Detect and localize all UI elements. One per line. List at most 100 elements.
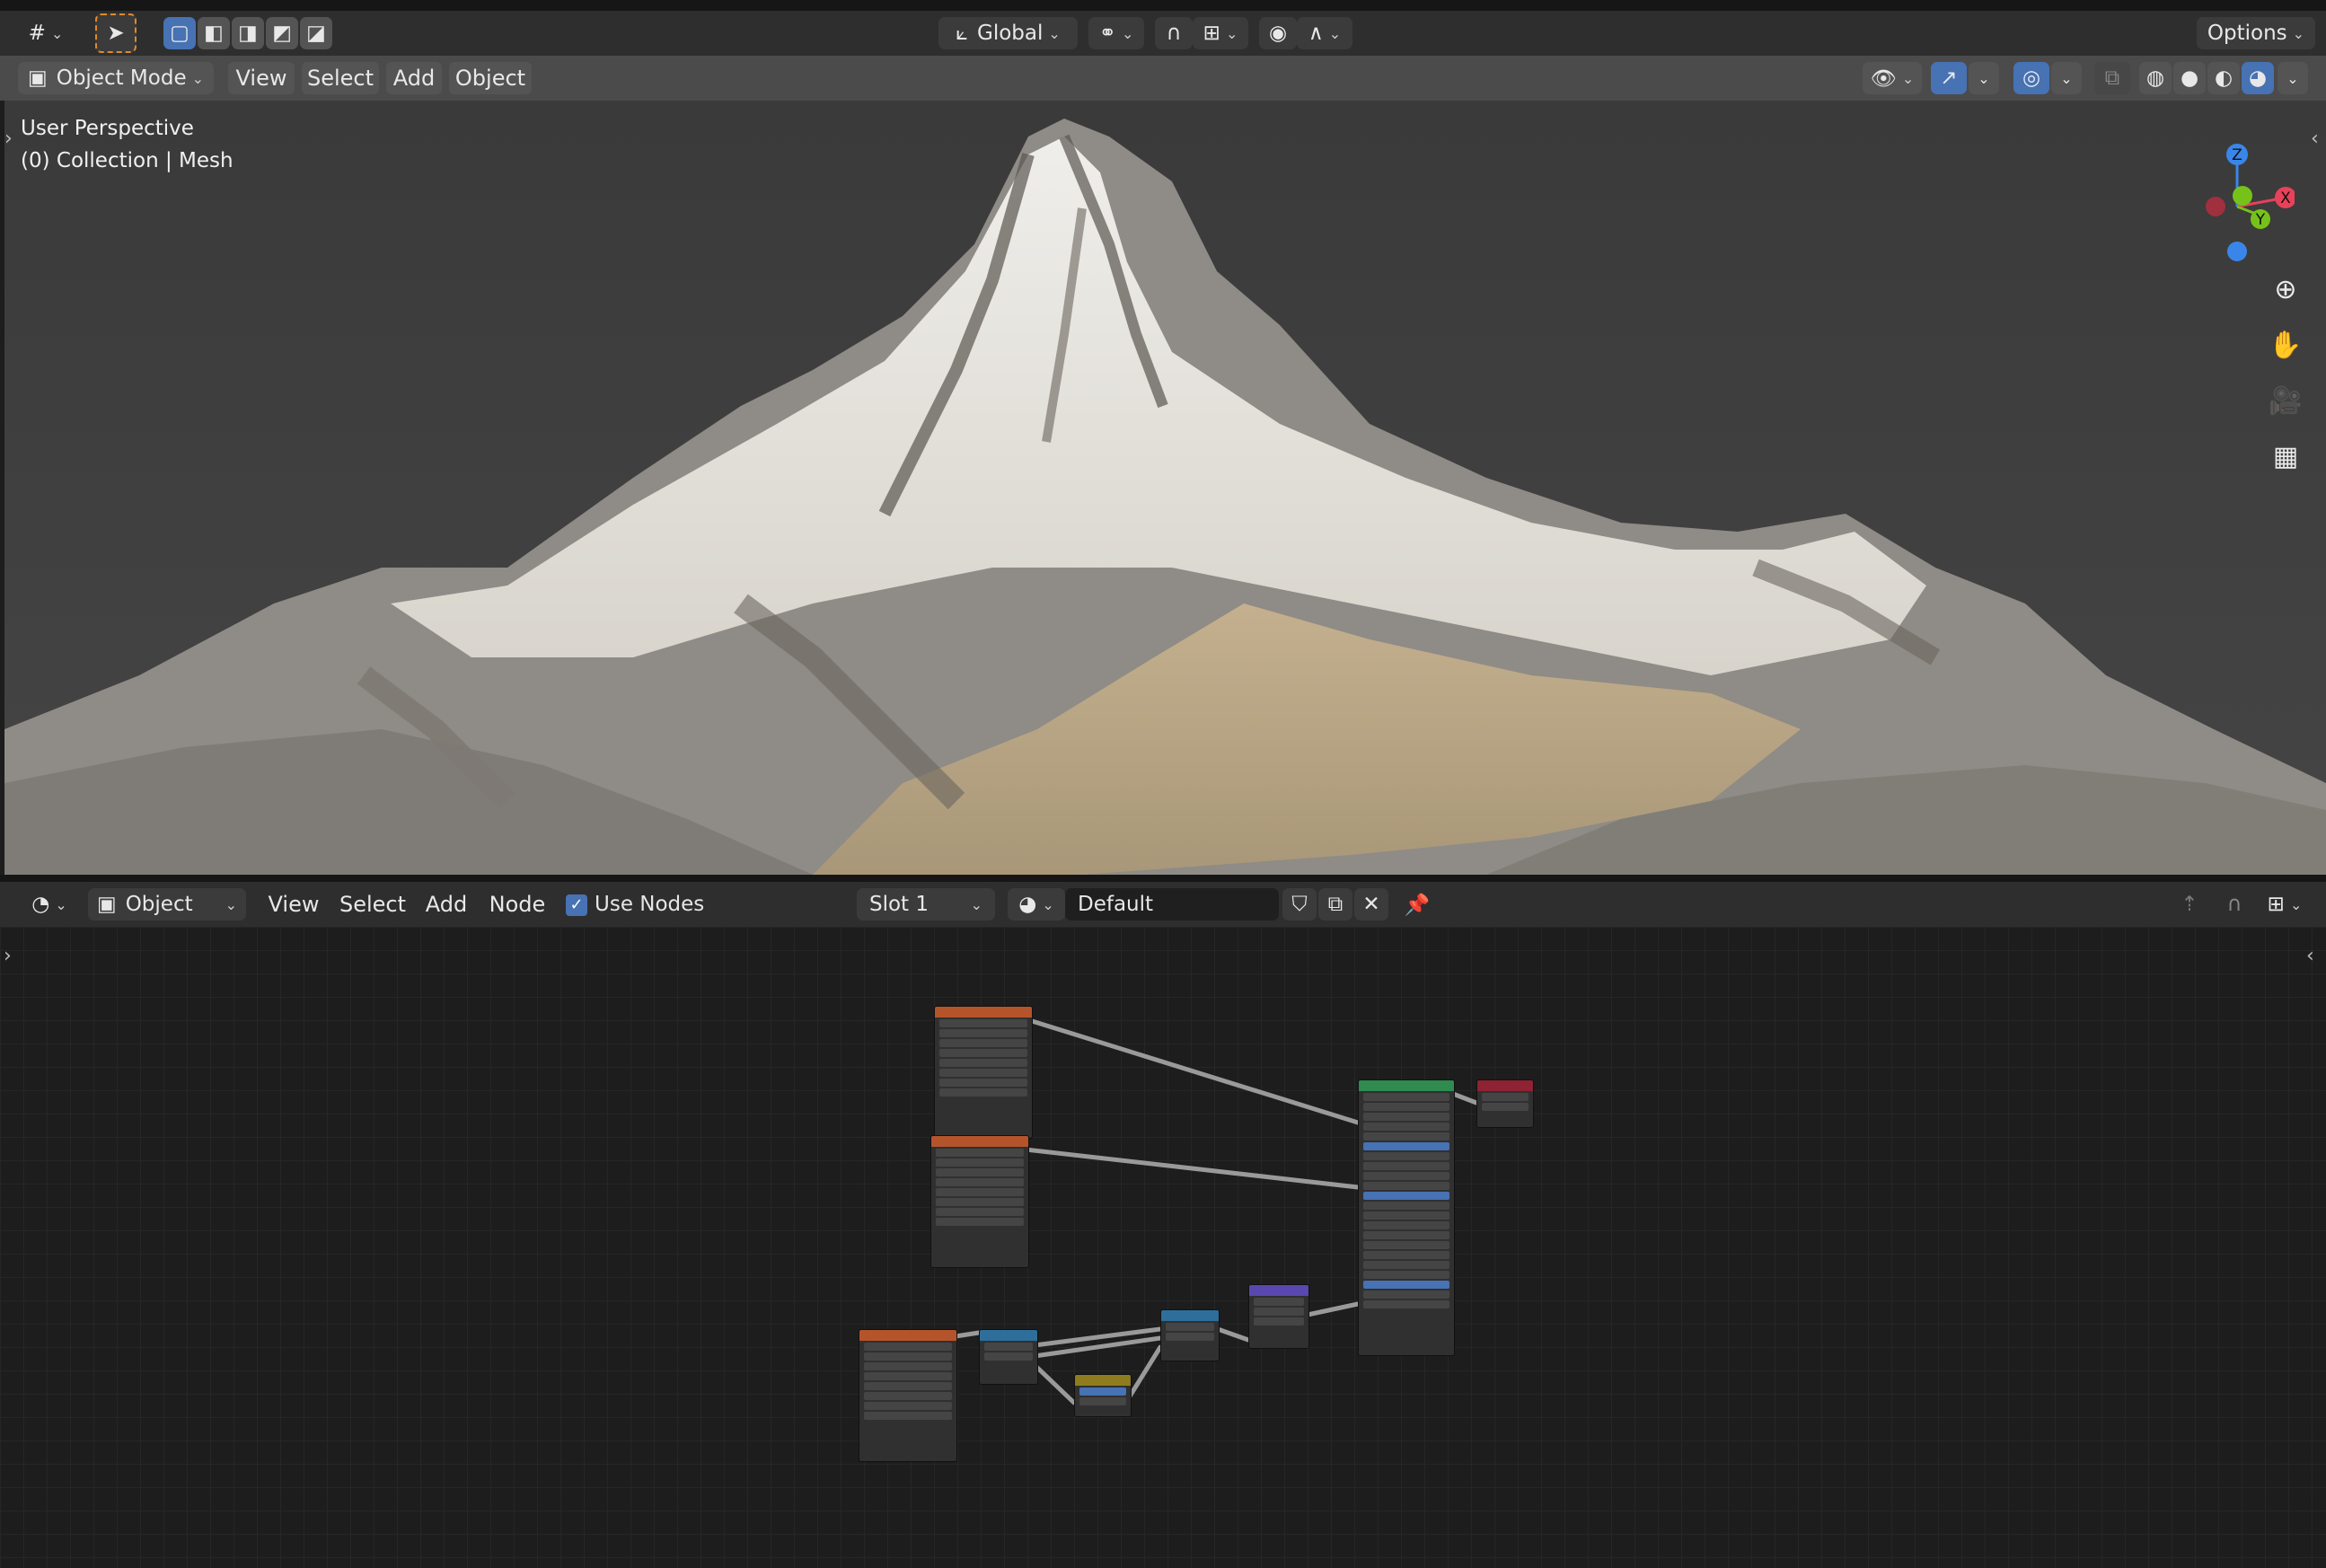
toolbar-expand-arrow-icon[interactable]: › [4, 128, 13, 150]
image-texture-node-roughness[interactable] [930, 1135, 1029, 1268]
material-slot-dropdown[interactable]: Slot 1 ⌄ [857, 888, 995, 921]
node-field[interactable] [936, 1188, 1024, 1196]
node-field[interactable] [939, 1019, 1027, 1027]
pin-button[interactable]: 📌 [1399, 888, 1435, 921]
node-field[interactable] [1254, 1308, 1304, 1316]
select-invert-button[interactable]: ◩ [266, 17, 298, 49]
node-field[interactable] [936, 1168, 1024, 1176]
snap-toggle-button[interactable]: ∩ [1155, 17, 1193, 49]
node-snap-button[interactable]: ∩ [2216, 888, 2252, 921]
node-field[interactable] [1363, 1162, 1449, 1170]
gizmo-dropdown[interactable]: ⌄ [1969, 62, 1999, 94]
visibility-dropdown[interactable]: 👁 ⌄ [1863, 62, 1922, 94]
menu-add[interactable]: Add [386, 62, 442, 94]
parent-node-tree-button[interactable]: ⇡ [2173, 888, 2206, 921]
xray-toggle-button[interactable]: ⧉ [2094, 62, 2130, 94]
node-field[interactable] [1363, 1172, 1449, 1180]
principled-bsdf-node[interactable] [1358, 1079, 1455, 1356]
node-field[interactable] [864, 1402, 952, 1410]
shading-wireframe-button[interactable]: ◍ [2139, 62, 2172, 94]
node-field[interactable] [1363, 1231, 1449, 1239]
shading-solid-button[interactable]: ● [2173, 62, 2206, 94]
select-subtract-button[interactable]: ◨ [232, 17, 264, 49]
combine-rgb-node[interactable] [1160, 1309, 1220, 1361]
overlays-toggle-button[interactable]: ◎ [2013, 62, 2049, 94]
node-field[interactable] [1363, 1103, 1449, 1111]
node-field[interactable] [1166, 1333, 1214, 1341]
use-nodes-checkbox[interactable]: ✓ [566, 894, 587, 916]
menu-object[interactable]: Object [449, 62, 532, 94]
node-field[interactable] [1482, 1103, 1529, 1111]
node-field[interactable] [1363, 1113, 1449, 1121]
camera-view-icon[interactable]: 🎥 [2262, 377, 2309, 424]
node-field[interactable] [1363, 1300, 1449, 1308]
image-texture-node-normal[interactable] [859, 1329, 957, 1462]
node-field[interactable] [1363, 1241, 1449, 1249]
select-intersect-button[interactable]: ◪ [300, 17, 332, 49]
node-field[interactable] [939, 1069, 1027, 1077]
unlink-material-button[interactable]: ✕ [1354, 888, 1388, 921]
node-field[interactable] [864, 1392, 952, 1400]
node-field[interactable] [1254, 1317, 1304, 1326]
node-field[interactable] [864, 1412, 952, 1420]
node-field[interactable] [864, 1343, 952, 1351]
node-field[interactable] [1079, 1387, 1126, 1396]
node-field[interactable] [939, 1039, 1027, 1047]
node-field[interactable] [984, 1343, 1033, 1351]
node-field[interactable] [936, 1218, 1024, 1226]
3d-viewport[interactable]: User Perspective (0) Collection | Mesh ›… [4, 101, 2326, 875]
node-field[interactable] [1363, 1251, 1449, 1259]
hand-pan-icon[interactable]: ✋ [2262, 322, 2309, 368]
shader-type-dropdown[interactable]: ▣ Object ⌄ [88, 888, 246, 921]
node-field[interactable] [864, 1352, 952, 1361]
select-box-new-button[interactable]: ▢ [163, 17, 196, 49]
browse-material-button[interactable]: ◕ ⌄ [1008, 888, 1065, 921]
node-field[interactable] [1079, 1397, 1126, 1405]
ortho-grid-icon[interactable]: ▦ [2262, 433, 2309, 480]
node-field[interactable] [864, 1372, 952, 1380]
falloff-dropdown[interactable]: ∧ ⌄ [1297, 17, 1352, 49]
node-field[interactable] [864, 1362, 952, 1370]
menu-view[interactable]: View [228, 62, 295, 94]
node-field[interactable] [1363, 1192, 1449, 1200]
node-snap-target-dropdown[interactable]: ⊞ ⌄ [2258, 888, 2312, 921]
overlays-dropdown[interactable]: ⌄ [2051, 62, 2082, 94]
select-extend-button[interactable]: ◧ [198, 17, 230, 49]
node-field[interactable] [936, 1178, 1024, 1186]
object-mode-dropdown[interactable]: ▣ Object Mode ⌄ [18, 62, 214, 94]
zoom-icon[interactable]: ⊕ [2262, 266, 2309, 313]
node-field[interactable] [939, 1088, 1027, 1097]
menu-select[interactable]: Select [302, 62, 379, 94]
node-field[interactable] [936, 1158, 1024, 1167]
fake-user-button[interactable]: ⛉ [1282, 888, 1317, 921]
node-field[interactable] [936, 1208, 1024, 1216]
node-field[interactable] [1363, 1202, 1449, 1210]
sidebar-expand-arrow-icon[interactable]: ‹ [2311, 128, 2319, 150]
node-field[interactable] [936, 1149, 1024, 1157]
node-editor-type-button[interactable]: ◔ ⌄ [23, 888, 75, 921]
node-field[interactable] [936, 1198, 1024, 1206]
node-editor-canvas[interactable]: › ‹ [0, 927, 2326, 1568]
node-field[interactable] [1363, 1142, 1449, 1150]
node-field[interactable] [1363, 1291, 1449, 1299]
normal-map-node[interactable] [1248, 1284, 1309, 1349]
node-menu-view[interactable]: View [260, 888, 327, 921]
snap-target-dropdown[interactable]: ⊞ ⌄ [1193, 17, 1248, 49]
node-field[interactable] [1363, 1123, 1449, 1131]
material-output-node[interactable] [1476, 1079, 1534, 1128]
node-field[interactable] [1363, 1271, 1449, 1279]
node-field[interactable] [939, 1079, 1027, 1087]
node-menu-add[interactable]: Add [419, 888, 474, 921]
node-menu-select[interactable]: Select [334, 888, 411, 921]
editor-type-button[interactable]: # ⌄ [20, 17, 72, 49]
node-field[interactable] [939, 1059, 1027, 1067]
node-field[interactable] [1363, 1261, 1449, 1269]
navigation-gizmo[interactable]: Z Y X [2160, 119, 2295, 262]
pivot-point-dropdown[interactable]: ⚭ ⌄ [1088, 17, 1144, 49]
shading-material-button[interactable]: ◐ [2207, 62, 2240, 94]
node-field[interactable] [1363, 1281, 1449, 1289]
material-name-field[interactable]: Default [1065, 888, 1279, 921]
node-field[interactable] [1363, 1093, 1449, 1101]
separate-rgb-node[interactable] [979, 1329, 1038, 1385]
node-field[interactable] [984, 1352, 1033, 1361]
